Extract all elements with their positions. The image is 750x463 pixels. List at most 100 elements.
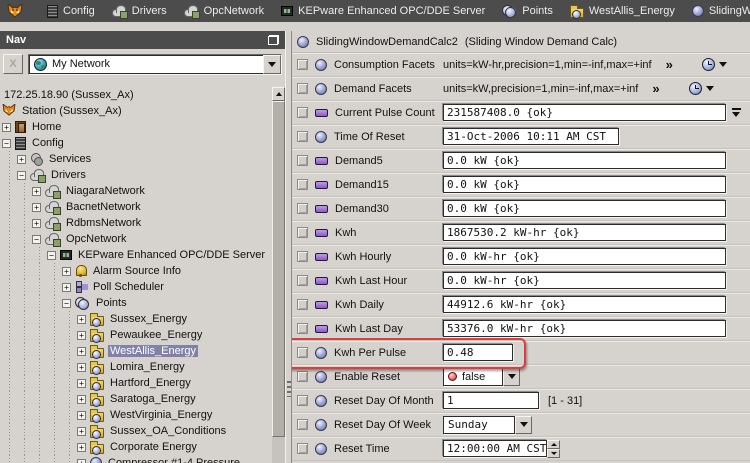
workbench-logo[interactable]: [0, 4, 30, 18]
tree-item-drivers[interactable]: −Drivers: [0, 167, 272, 183]
tree-item-pewaukee-energy[interactable]: +Pewaukee_Energy: [0, 327, 272, 343]
chevron-down-icon[interactable]: [706, 86, 714, 91]
collapse-node-icon[interactable]: −: [2, 139, 11, 148]
value-field[interactable]: 0.48: [443, 344, 513, 361]
expand-node-icon[interactable]: +: [62, 283, 71, 292]
row-selector-checkbox[interactable]: [297, 275, 308, 286]
scrollbar-thumb[interactable]: [272, 101, 285, 437]
row-selector-checkbox[interactable]: [297, 203, 308, 214]
tab-slidingw[interactable]: SlidingW: [692, 5, 750, 17]
facets-edit-button[interactable]: »: [666, 57, 672, 72]
row-selector-checkbox[interactable]: [297, 131, 308, 142]
row-selector-checkbox[interactable]: [297, 419, 308, 430]
tree-item-corporate-energy[interactable]: +Corporate Energy: [0, 439, 272, 455]
collapse-node-icon[interactable]: −: [32, 235, 41, 244]
expand-node-icon[interactable]: +: [77, 379, 86, 388]
nav-scope-dropdown-button[interactable]: [263, 55, 281, 74]
collapse-node-icon[interactable]: −: [17, 171, 26, 180]
row-selector-checkbox[interactable]: [297, 251, 308, 262]
tree-item-rdbmsnetwork[interactable]: +RdbmsNetwork: [0, 215, 272, 231]
tree-item-poll-scheduler[interactable]: +Poll Scheduler: [0, 279, 272, 295]
tree-item-sussex-oa-conditions[interactable]: +Sussex_OA_Conditions: [0, 423, 272, 439]
expand-node-icon[interactable]: +: [77, 411, 86, 420]
row-selector-checkbox[interactable]: [297, 59, 308, 70]
value-field[interactable]: 12:00:00 AM CST: [443, 440, 547, 457]
expand-node-icon[interactable]: +: [17, 155, 26, 164]
row-selector-checkbox[interactable]: [297, 299, 308, 310]
panel-splitter[interactable]: [285, 31, 292, 463]
tree-item-hartford-energy[interactable]: +Hartford_Energy: [0, 375, 272, 391]
tree-item-points[interactable]: −Points: [0, 295, 272, 311]
select-value-box[interactable]: Sunday: [443, 416, 515, 434]
row-selector-checkbox[interactable]: [297, 395, 308, 406]
value-field[interactable]: 31-Oct-2006 10:11 AM CST: [443, 128, 619, 145]
expand-node-icon[interactable]: +: [77, 347, 86, 356]
expand-node-icon[interactable]: +: [77, 315, 86, 324]
tab-drivers[interactable]: Drivers: [112, 5, 167, 17]
tree-item-home[interactable]: +Home: [0, 119, 272, 135]
expand-node-icon[interactable]: +: [32, 187, 41, 196]
tree-item-westallis-energy[interactable]: +WestAllis_Energy: [0, 343, 272, 359]
expand-node-icon[interactable]: +: [77, 363, 86, 372]
expand-node-icon[interactable]: +: [62, 267, 71, 276]
history-icon[interactable]: [702, 58, 715, 71]
row-selector-checkbox[interactable]: [297, 323, 308, 334]
tree-item-lomira-energy[interactable]: +Lomira_Energy: [0, 359, 272, 375]
row-selector-checkbox[interactable]: [297, 107, 308, 118]
tree-item-config[interactable]: −Config: [0, 135, 272, 151]
tree-item-172-25-18-90-sussex-ax[interactable]: 172.25.18.90 (Sussex_Ax): [0, 87, 272, 103]
time-spinner[interactable]: [547, 440, 560, 458]
expand-node-icon[interactable]: +: [2, 123, 11, 132]
tree-item-bacnetnetwork[interactable]: +BacnetNetwork: [0, 199, 272, 215]
nav-scope-combobox[interactable]: My Network: [28, 54, 282, 75]
collapse-icon[interactable]: [732, 107, 741, 118]
tab-opcnetwork[interactable]: OpcNetwork: [184, 5, 265, 17]
tree-item-compressor-1-4-pressure[interactable]: +Compressor #1-4 Pressure: [0, 455, 272, 463]
tree-item-saratoga-energy[interactable]: +Saratoga_Energy: [0, 391, 272, 407]
enum-value-box[interactable]: false: [443, 368, 503, 386]
expand-node-icon[interactable]: +: [77, 459, 86, 463]
scroll-up-button[interactable]: [272, 87, 285, 101]
expand-node-icon[interactable]: +: [77, 395, 86, 404]
value-field[interactable]: 0.0 kW-hr {ok}: [443, 248, 726, 265]
tab-kepware-enhanced-opc-dde-server[interactable]: KEPware Enhanced OPC/DDE Server: [281, 5, 485, 17]
restore-window-icon[interactable]: [268, 35, 279, 45]
history-icon[interactable]: [689, 82, 702, 95]
value-field[interactable]: 53376.0 kW-hr {ok}: [443, 320, 726, 337]
tree-item-kepware-enhanced-opc-dde-server[interactable]: −KEPware Enhanced OPC/DDE Server: [0, 247, 272, 263]
tab-points[interactable]: Points: [502, 5, 553, 18]
tree-item-opcnetwork[interactable]: −OpcNetwork: [0, 231, 272, 247]
chevron-down-icon[interactable]: [719, 62, 727, 67]
spin-up-button[interactable]: [547, 440, 560, 449]
tree-item-sussex-energy[interactable]: +Sussex_Energy: [0, 311, 272, 327]
value-field[interactable]: 0.0 kW {ok}: [443, 176, 726, 193]
row-selector-checkbox[interactable]: [297, 443, 308, 454]
row-selector-checkbox[interactable]: [297, 227, 308, 238]
value-field[interactable]: 1: [443, 392, 539, 409]
row-selector-checkbox[interactable]: [297, 347, 308, 358]
collapse-node-icon[interactable]: −: [62, 299, 71, 308]
value-field[interactable]: 0.0 kW-hr {ok}: [443, 272, 726, 289]
collapse-node-icon[interactable]: −: [47, 251, 56, 260]
expand-node-icon[interactable]: +: [32, 219, 41, 228]
tree-item-westvirginia-energy[interactable]: +WestVirginia_Energy: [0, 407, 272, 423]
tree-item-services[interactable]: +Services: [0, 151, 272, 167]
row-selector-checkbox[interactable]: [297, 179, 308, 190]
enum-dropdown-button[interactable]: [503, 368, 520, 386]
expand-node-icon[interactable]: +: [77, 331, 86, 340]
row-selector-checkbox[interactable]: [297, 83, 308, 94]
spin-down-button[interactable]: [547, 449, 560, 458]
nav-tree-scrollbar[interactable]: [272, 87, 285, 463]
facets-edit-button[interactable]: »: [652, 81, 658, 96]
value-field[interactable]: 0.0 kW {ok}: [443, 152, 726, 169]
tab-westallis-energy[interactable]: WestAllis_Energy: [570, 5, 675, 18]
row-selector-checkbox[interactable]: [297, 155, 308, 166]
tree-item-niagaranetwork[interactable]: +NiagaraNetwork: [0, 183, 272, 199]
close-view-button[interactable]: X: [3, 54, 23, 74]
expand-node-icon[interactable]: +: [32, 203, 41, 212]
row-selector-checkbox[interactable]: [297, 371, 308, 382]
value-field[interactable]: 231587408.0 {ok}: [443, 104, 726, 121]
expand-node-icon[interactable]: +: [77, 427, 86, 436]
tree-item-alarm-source-info[interactable]: +Alarm Source Info: [0, 263, 272, 279]
expand-node-icon[interactable]: +: [77, 443, 86, 452]
